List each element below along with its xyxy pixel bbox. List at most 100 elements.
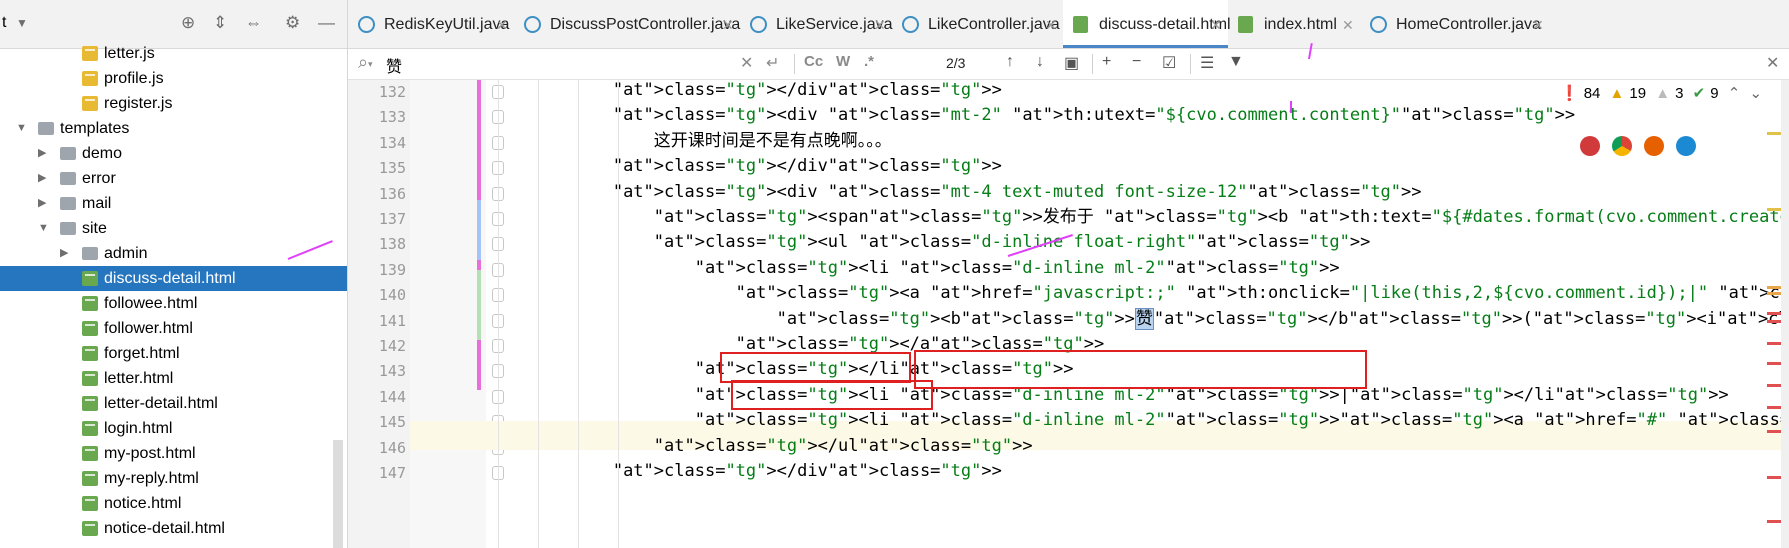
tree-file[interactable]: followee.html	[0, 291, 347, 316]
folder-icon	[60, 222, 76, 235]
tree-file[interactable]: letter.html	[0, 366, 347, 391]
firefox-icon[interactable]	[1644, 136, 1664, 156]
html-file-icon	[82, 471, 98, 486]
new-line-icon[interactable]: ↵	[766, 53, 779, 73]
tree-file[interactable]: letter-detail.html	[0, 391, 347, 416]
html-file-icon	[82, 446, 98, 461]
line-number: 136	[378, 184, 406, 203]
tree-file[interactable]: follower.html	[0, 316, 347, 341]
select-all-occurrences-icon[interactable]: ▣	[1064, 53, 1079, 73]
add-occurrence-icon[interactable]: +	[1102, 53, 1111, 71]
annotation-arrow-tab	[1290, 101, 1292, 113]
html-file-icon	[1238, 16, 1253, 33]
indent-guide	[578, 80, 579, 548]
line-number: 143	[378, 362, 406, 381]
chevron-down-icon[interactable]: ▼	[38, 216, 49, 241]
tree-item-label: letter.js	[104, 45, 155, 62]
html-file-icon	[82, 321, 98, 336]
chevron-down-icon[interactable]: ▼	[16, 116, 27, 141]
tree-item-label: notice.html	[104, 495, 182, 512]
line-number: 132	[378, 83, 406, 101]
search-match: 赞	[1134, 307, 1154, 330]
close-tab-icon[interactable]: ✕	[722, 0, 734, 50]
regex-toggle[interactable]: .*	[864, 53, 874, 70]
line-number: 134	[378, 133, 406, 152]
search-history-icon[interactable]: ▾	[368, 59, 373, 70]
close-tab-icon[interactable]: ✕	[874, 0, 886, 50]
remove-occurrence-icon[interactable]: −	[1132, 53, 1141, 71]
expand-all-icon[interactable]: ⇕	[213, 13, 227, 33]
vcs-change-marker[interactable]	[477, 270, 481, 340]
locate-file-icon[interactable]: ⊕	[181, 13, 195, 33]
chevron-up-icon[interactable]: ⌃	[1728, 85, 1741, 102]
code-line[interactable]: "at">class="tg"></div"at">class="tg">>	[490, 457, 1002, 486]
close-tab-icon[interactable]: ✕	[1045, 0, 1057, 50]
close-tab-icon[interactable]: ✕	[1342, 0, 1354, 50]
editor-scrollbar[interactable]	[1781, 80, 1789, 548]
close-tab-icon[interactable]: ✕	[1210, 0, 1222, 50]
previous-match-icon[interactable]: ↑	[1006, 53, 1014, 71]
project-view-label[interactable]: t	[2, 14, 6, 32]
inspection-widget[interactable]: ❗ 84 ▲ 19 ▲ 3 ✔ 9 ⌃ ⌄	[1560, 84, 1767, 106]
select-occurrences-icon[interactable]: ☑	[1162, 53, 1176, 73]
tree-file[interactable]: notice.html	[0, 491, 347, 516]
annotation-box-href	[720, 352, 911, 383]
tab-likecontroller-java[interactable]: LikeController.java ✕	[892, 0, 1063, 48]
tree-folder[interactable]: ▶ demo	[0, 141, 347, 166]
tree-folder[interactable]: ▶ admin	[0, 241, 347, 266]
tab-label: DiscussPostController.java	[550, 16, 741, 33]
tree-file[interactable]: forget.html	[0, 341, 347, 366]
search-input[interactable]	[384, 52, 638, 78]
tree-file[interactable]: letter.js	[0, 41, 347, 66]
tree-file[interactable]: notice-detail.html	[0, 516, 347, 541]
close-find-icon[interactable]: ✕	[1766, 53, 1779, 73]
view-dropdown-icon[interactable]: ▼	[16, 16, 28, 30]
tree-folder[interactable]: ▼ templates	[0, 116, 347, 141]
tree-file[interactable]: register.js	[0, 91, 347, 116]
hide-panel-icon[interactable]: —	[318, 13, 335, 33]
tree-file[interactable]: profile.js	[0, 66, 347, 91]
edge-icon[interactable]	[1676, 136, 1696, 156]
chevron-right-icon[interactable]: ▶	[38, 191, 46, 216]
chevron-right-icon[interactable]: ▶	[38, 166, 46, 191]
chevron-down-icon[interactable]: ⌄	[1749, 85, 1762, 102]
tree-folder[interactable]: ▶ mail	[0, 191, 347, 216]
java-class-icon	[358, 16, 375, 33]
collapse-all-icon[interactable]: ⇔	[245, 13, 262, 33]
vcs-change-marker[interactable]	[477, 350, 481, 370]
intellij-browser-icon[interactable]	[1580, 136, 1600, 156]
close-tab-icon[interactable]: ✕	[1532, 0, 1544, 50]
next-match-icon[interactable]: ↓	[1036, 53, 1044, 71]
tree-folder[interactable]: ▼ site	[0, 216, 347, 241]
browser-preview-bar	[1572, 133, 1702, 159]
tree-file[interactable]: my-post.html	[0, 441, 347, 466]
close-tab-icon[interactable]: ✕	[496, 0, 508, 50]
tab-homecontroller-java[interactable]: HomeController.java ✕	[1360, 0, 1550, 48]
chevron-right-icon[interactable]: ▶	[38, 141, 46, 166]
in-selection-icon[interactable]: ☰	[1200, 53, 1214, 73]
filter-icon[interactable]: ▼	[1228, 53, 1244, 71]
tab-discuss-detail-html[interactable]: discuss-detail.html ✕	[1063, 0, 1231, 50]
tree-file[interactable]: discuss-detail.html	[0, 266, 347, 291]
gear-icon[interactable]: ⚙	[285, 13, 300, 33]
tree-item-label: discuss-detail.html	[104, 270, 236, 287]
tree-scrollbar[interactable]	[333, 440, 343, 548]
tree-folder[interactable]: ▶ error	[0, 166, 347, 191]
tab-label: RedisKeyUtil.java	[384, 16, 510, 33]
chevron-right-icon[interactable]: ▶	[60, 241, 68, 266]
tab-likeservice-java[interactable]: LikeService.java ✕	[740, 0, 893, 50]
clear-search-icon[interactable]: ✕	[740, 53, 753, 73]
tab-index-html[interactable]: index.html ✕	[1228, 0, 1360, 48]
vcs-change-marker[interactable]	[477, 200, 481, 260]
chrome-icon[interactable]	[1612, 136, 1632, 156]
tree-file[interactable]: login.html	[0, 416, 347, 441]
line-number: 139	[378, 260, 406, 279]
search-icon[interactable]: ⌕	[358, 52, 368, 73]
tree-item-label: templates	[60, 120, 130, 137]
tree-item-label: forget.html	[104, 345, 180, 362]
tree-file[interactable]: my-reply.html	[0, 466, 347, 491]
words-toggle[interactable]: W	[836, 53, 850, 70]
tab-rediskeyutil-java[interactable]: RedisKeyUtil.java ✕	[348, 0, 514, 48]
match-case-toggle[interactable]: Cc	[804, 53, 823, 70]
tab-discusspostcontroller-java[interactable]: DiscussPostController.java ✕	[514, 0, 740, 48]
